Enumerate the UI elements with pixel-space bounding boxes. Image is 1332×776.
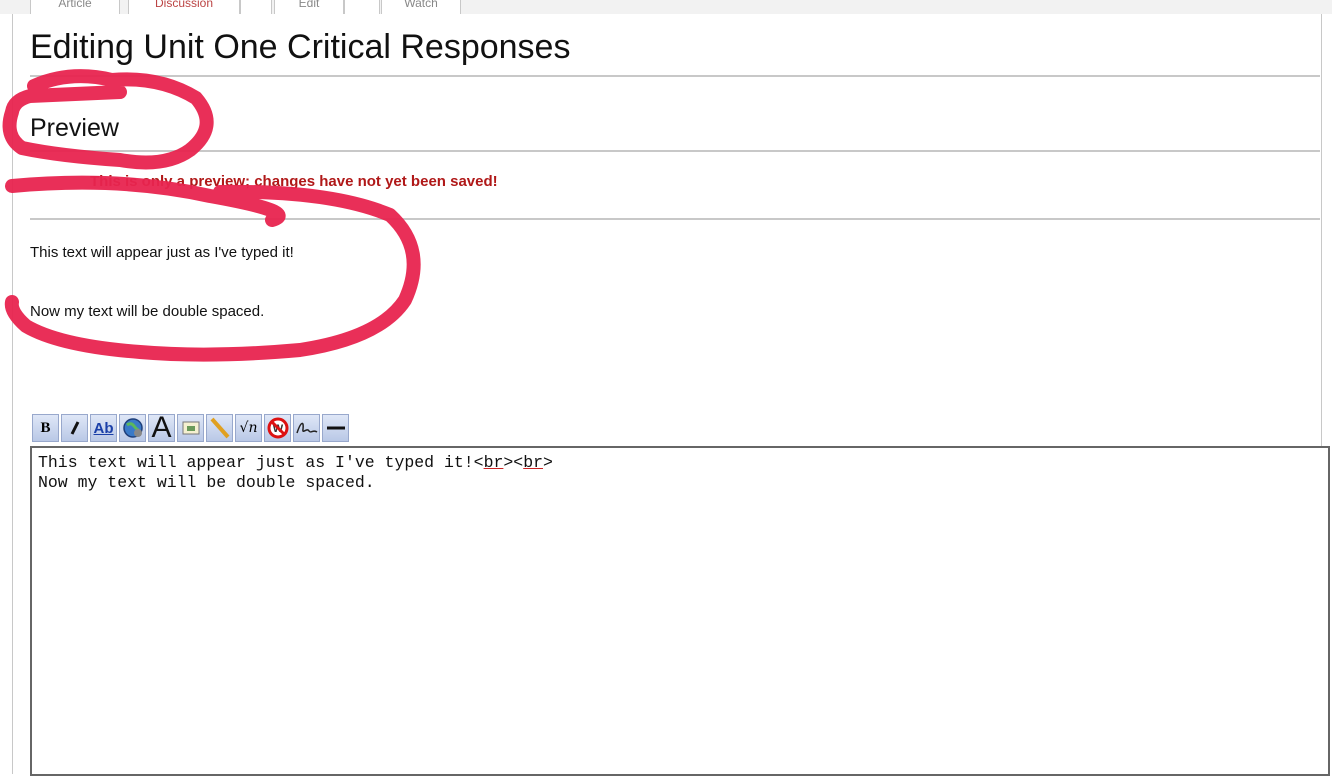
tab-article[interactable]: Article bbox=[30, 0, 120, 14]
sqrt-icon: √n bbox=[239, 420, 258, 436]
tab-spacer bbox=[344, 0, 380, 14]
headline-button[interactable]: A bbox=[148, 411, 175, 444]
editor-line-text: This text will appear just as I've typed… bbox=[38, 453, 484, 472]
internal-link-button[interactable]: Ab bbox=[90, 414, 117, 442]
embedded-image-button[interactable] bbox=[177, 414, 204, 442]
wikitext-editor[interactable]: This text will appear just as I've typed… bbox=[30, 446, 1330, 776]
nowiki-button[interactable]: W bbox=[264, 414, 291, 442]
signature-icon bbox=[295, 422, 317, 434]
top-strip: Article Discussion Edit Watch bbox=[0, 0, 1332, 14]
tab-watch[interactable]: Watch bbox=[381, 0, 461, 14]
preview-text-line: Now my text will be double spaced. bbox=[30, 303, 265, 320]
editor-br-tag: br bbox=[483, 453, 504, 472]
title-divider bbox=[30, 75, 1320, 77]
editor-line-text: > bbox=[543, 453, 553, 472]
preview-divider bbox=[30, 150, 1320, 152]
preview-heading: Preview bbox=[30, 114, 119, 142]
editor-br-tag: br bbox=[523, 453, 544, 472]
italic-icon bbox=[70, 421, 79, 435]
italic-button[interactable] bbox=[61, 414, 88, 442]
headline-icon: A bbox=[151, 411, 172, 444]
bold-button[interactable]: B bbox=[32, 414, 59, 442]
internal-link-icon: Ab bbox=[93, 419, 114, 437]
globe-link-icon bbox=[122, 418, 143, 438]
preview-text-line: This text will appear just as I've typed… bbox=[30, 244, 294, 261]
tab-spacer bbox=[240, 0, 272, 14]
editor-line-text: >< bbox=[503, 453, 524, 472]
preview-note-divider bbox=[30, 218, 1320, 220]
preview-warning: This is only a preview; changes have not… bbox=[90, 173, 498, 190]
image-icon bbox=[182, 421, 199, 435]
edit-toolbar: B Ab A √n W bbox=[32, 410, 351, 444]
horizontal-line-button[interactable] bbox=[322, 414, 349, 442]
no-wiki-icon: W bbox=[267, 417, 288, 439]
editor-line-text: Now my text will be double spaced. bbox=[38, 473, 375, 492]
tab-discussion[interactable]: Discussion bbox=[128, 0, 240, 14]
media-icon bbox=[210, 417, 229, 439]
bold-icon: B bbox=[40, 419, 51, 436]
external-link-button[interactable] bbox=[119, 414, 146, 442]
math-formula-button[interactable]: √n bbox=[235, 414, 262, 442]
tab-edit[interactable]: Edit bbox=[274, 0, 344, 14]
horizontal-line-icon bbox=[326, 426, 345, 430]
signature-button[interactable] bbox=[293, 414, 320, 442]
page-title: Editing Unit One Critical Responses bbox=[30, 28, 571, 66]
media-file-button[interactable] bbox=[206, 414, 233, 442]
